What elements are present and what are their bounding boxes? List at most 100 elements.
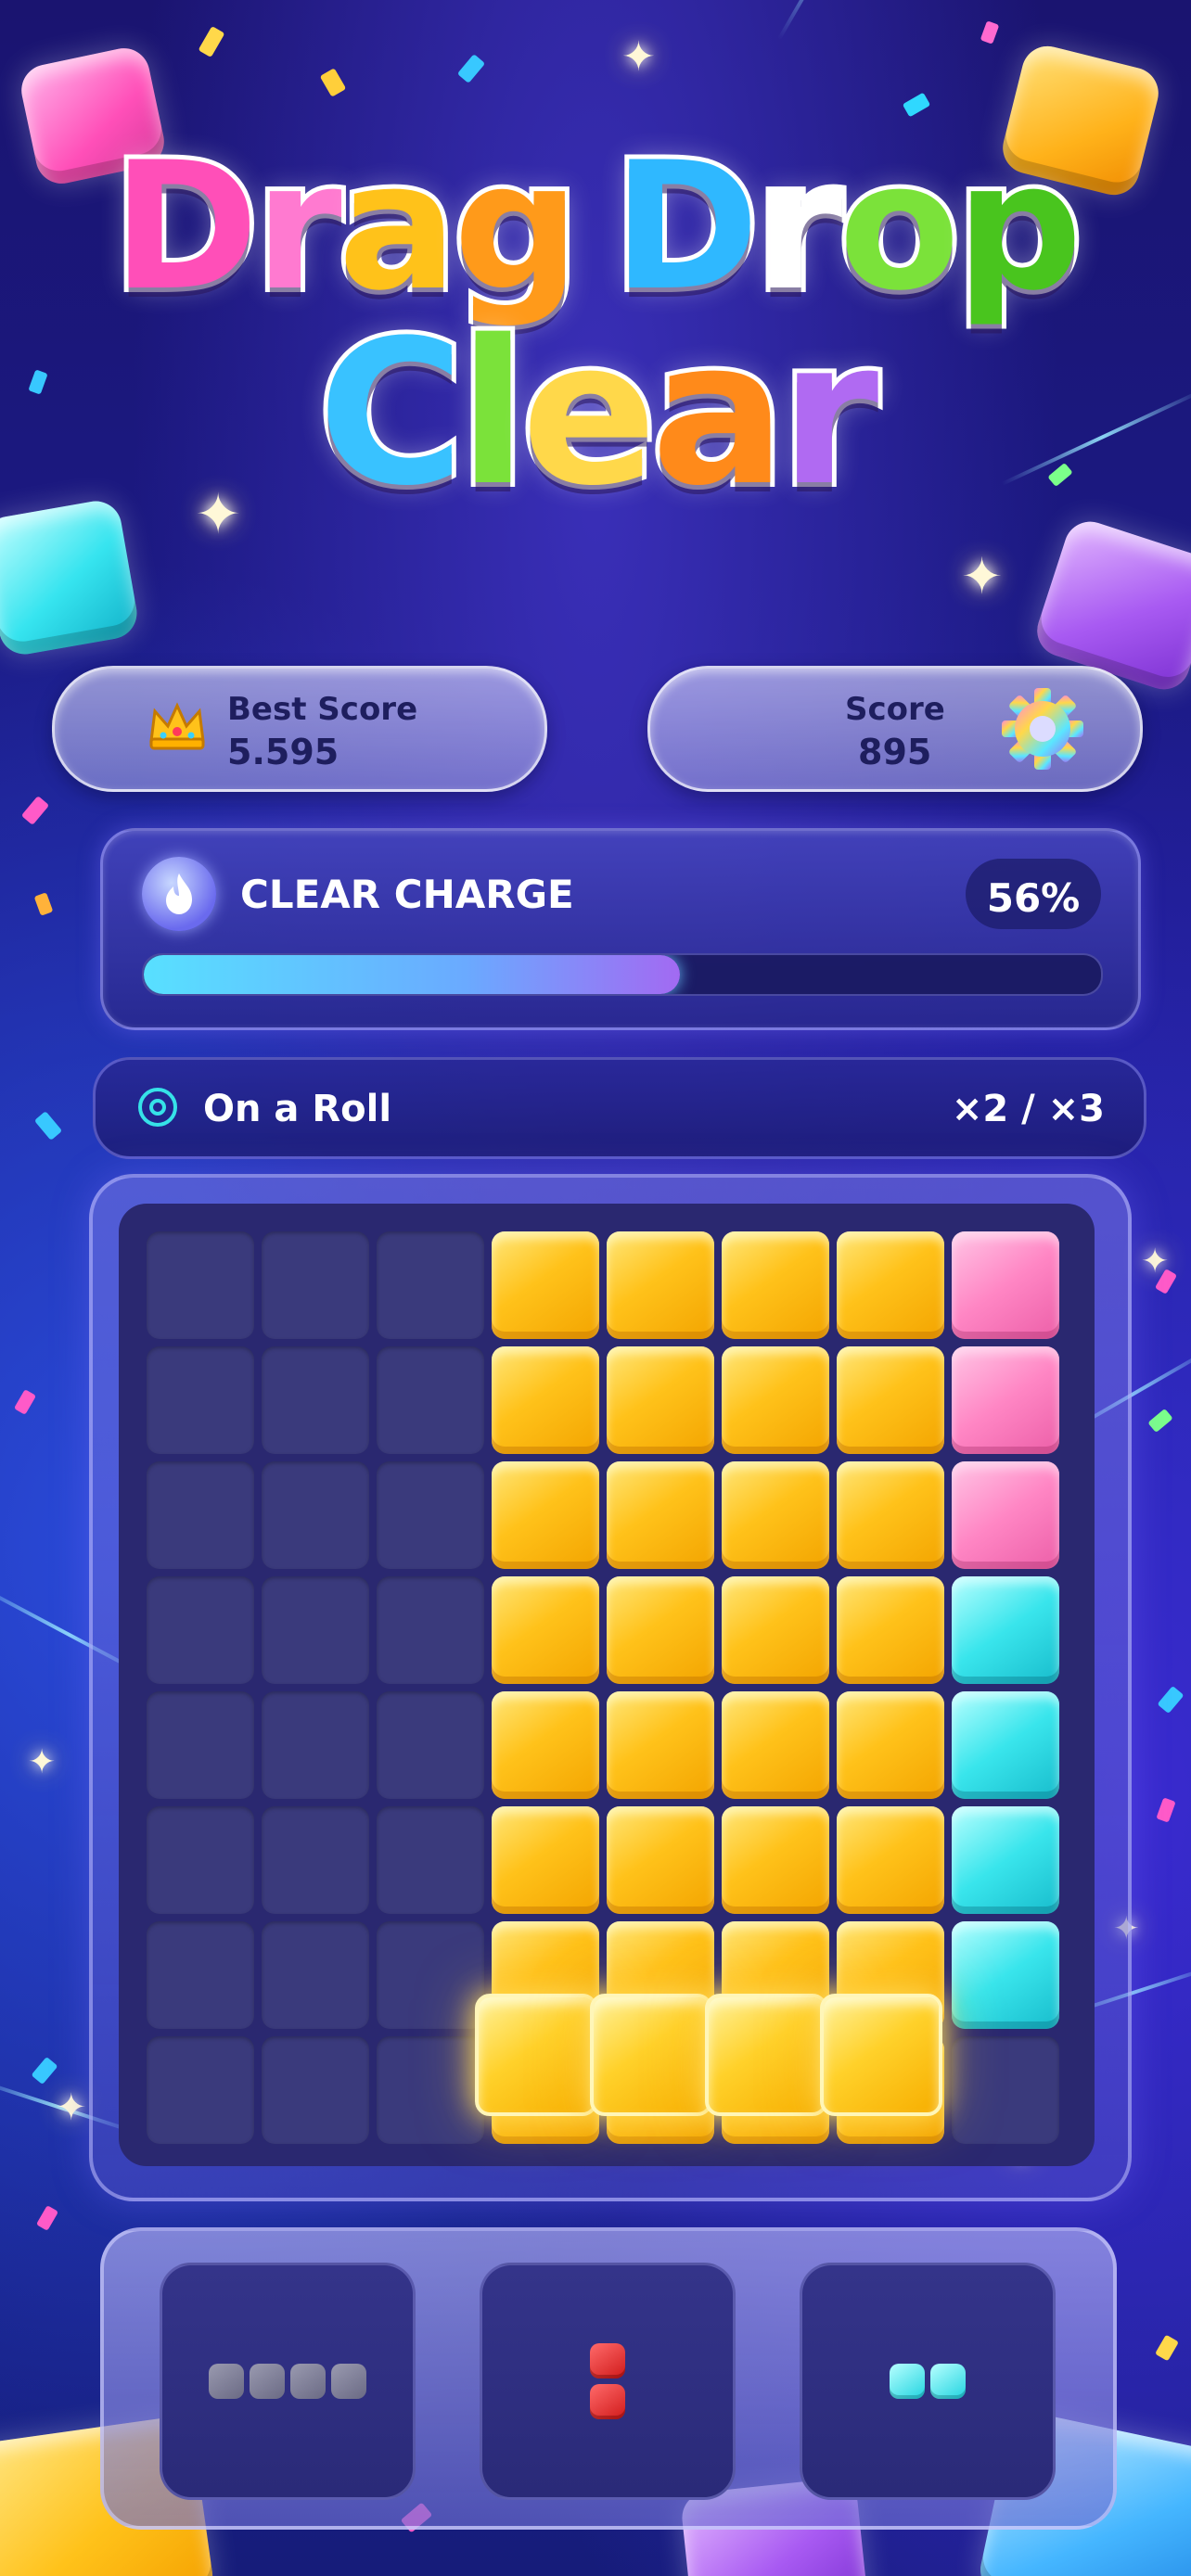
board-cell-empty[interactable]	[377, 1691, 484, 1799]
title-letter: r	[751, 124, 848, 329]
board-cell-yellow[interactable]	[722, 1806, 829, 1914]
title-letter: C	[314, 297, 469, 529]
title-letter: D	[608, 124, 764, 329]
game-title-logo: Drag Drop Clear	[0, 124, 1191, 529]
best-score-label: Best Score	[227, 691, 418, 728]
board-cell-cyan[interactable]	[952, 1806, 1059, 1914]
board-cell-yellow[interactable]	[492, 1806, 599, 1914]
clear-charge-progress-track	[142, 953, 1103, 996]
piece-slot-3[interactable]	[800, 2263, 1056, 2500]
board-cell-empty[interactable]	[377, 1576, 484, 1684]
board-cell-empty[interactable]	[147, 1461, 254, 1569]
board-cell-empty[interactable]	[147, 1691, 254, 1799]
board-cell-yellow[interactable]	[837, 1806, 944, 1914]
board-cell-empty[interactable]	[147, 1806, 254, 1914]
board-cell-pink[interactable]	[952, 1461, 1059, 1569]
board-cell-yellow[interactable]	[607, 1461, 714, 1569]
tray-piece-block-gray[interactable]	[209, 2364, 244, 2399]
board-cell-yellow[interactable]	[722, 1576, 829, 1684]
board-cell-yellow[interactable]	[492, 1691, 599, 1799]
board-cell-yellow[interactable]	[607, 1231, 714, 1339]
board-cell-yellow[interactable]	[607, 1691, 714, 1799]
board-cell-yellow[interactable]	[837, 1576, 944, 1684]
board-cell-empty[interactable]	[377, 1231, 484, 1339]
board-cell-pink[interactable]	[952, 1346, 1059, 1454]
board-cell-empty[interactable]	[377, 1921, 484, 2029]
score-label: Score	[845, 691, 945, 728]
board-cell-cyan[interactable]	[952, 1921, 1059, 2029]
board-cell-empty[interactable]	[147, 2036, 254, 2144]
board-cell-yellow[interactable]	[492, 1576, 599, 1684]
piece-slot-1[interactable]	[160, 2263, 416, 2500]
confetti	[980, 20, 1000, 45]
board-cell-empty[interactable]	[262, 1576, 369, 1684]
board-cell-yellow[interactable]	[492, 1461, 599, 1569]
board-cell-yellow[interactable]	[837, 1231, 944, 1339]
sparkle-icon: ✦	[961, 547, 1004, 606]
board-cell-cyan[interactable]	[952, 1576, 1059, 1684]
streak-panel: On a Roll ×2 / ×3	[93, 1057, 1146, 1159]
confetti	[31, 2056, 58, 2085]
piece-slot-2[interactable]	[480, 2263, 736, 2500]
board-cell-yellow[interactable]	[837, 1691, 944, 1799]
title-line-2: Clear	[0, 297, 1191, 529]
board-cell-empty[interactable]	[262, 1461, 369, 1569]
dragged-piece-block[interactable]	[590, 1994, 712, 2116]
board-cell-pink[interactable]	[952, 1231, 1059, 1339]
board-cell-empty[interactable]	[262, 1346, 369, 1454]
best-score-value: 5.595	[227, 732, 339, 772]
title-letter: e	[517, 297, 661, 529]
confetti	[902, 92, 931, 118]
board-cell-yellow[interactable]	[722, 1691, 829, 1799]
board-cell-empty[interactable]	[147, 1921, 254, 2029]
score-value: 895	[858, 732, 932, 772]
tray-piece-block-cyan[interactable]	[930, 2364, 966, 2399]
board-grid[interactable]	[119, 1204, 1095, 2166]
tray-piece-block-gray[interactable]	[331, 2364, 366, 2399]
board-cell-empty[interactable]	[377, 2036, 484, 2144]
board-cell-yellow[interactable]	[837, 1461, 944, 1569]
title-letter: g	[449, 124, 584, 329]
board-cell-empty[interactable]	[262, 1691, 369, 1799]
board-cell-empty[interactable]	[262, 1806, 369, 1914]
confetti	[1147, 1408, 1173, 1434]
dragged-piece-block[interactable]	[705, 1994, 827, 2116]
dragged-piece-block[interactable]	[475, 1994, 597, 2116]
tray-piece-block-gray[interactable]	[290, 2364, 326, 2399]
board-cell-yellow[interactable]	[492, 1231, 599, 1339]
board-cell-empty[interactable]	[952, 2036, 1059, 2144]
tray-piece-block-red[interactable]	[590, 2384, 625, 2419]
board-cell-empty[interactable]	[147, 1231, 254, 1339]
board-cell-empty[interactable]	[377, 1346, 484, 1454]
board-cell-empty[interactable]	[262, 1921, 369, 2029]
gear-icon[interactable]	[999, 685, 1086, 772]
confetti	[198, 26, 225, 57]
title-letter: a	[334, 124, 462, 329]
board-cell-empty[interactable]	[262, 2036, 369, 2144]
confetti	[33, 892, 54, 916]
board-cell-yellow[interactable]	[722, 1461, 829, 1569]
tray-piece-block-gray[interactable]	[250, 2364, 285, 2399]
board-cell-empty[interactable]	[377, 1461, 484, 1569]
tray-piece-block-cyan[interactable]	[890, 2364, 925, 2399]
sparkle-icon: ✦	[56, 2086, 87, 2129]
title-space	[576, 139, 613, 315]
board-cell-yellow[interactable]	[722, 1346, 829, 1454]
confetti	[20, 796, 50, 825]
board-cell-empty[interactable]	[147, 1346, 254, 1454]
board-cell-cyan[interactable]	[952, 1691, 1059, 1799]
board-cell-yellow[interactable]	[607, 1576, 714, 1684]
board-cell-empty[interactable]	[377, 1806, 484, 1914]
sparkle-icon: ✦	[621, 33, 656, 81]
streak-label: On a Roll	[203, 1088, 392, 1130]
tray-piece-block-red[interactable]	[590, 2343, 625, 2378]
board-cell-yellow[interactable]	[722, 1231, 829, 1339]
board-cell-yellow[interactable]	[492, 1346, 599, 1454]
board-cell-yellow[interactable]	[607, 1346, 714, 1454]
board-cell-yellow[interactable]	[607, 1806, 714, 1914]
board-cell-empty[interactable]	[147, 1576, 254, 1684]
board-cell-yellow[interactable]	[837, 1346, 944, 1454]
board-cell-empty[interactable]	[262, 1231, 369, 1339]
dragged-piece-block[interactable]	[820, 1994, 942, 2116]
game-screen: ✦ ✦ ✦ ✦ ✦ ✦ ✦ ✦ Drag Drop Clear	[0, 0, 1191, 2576]
